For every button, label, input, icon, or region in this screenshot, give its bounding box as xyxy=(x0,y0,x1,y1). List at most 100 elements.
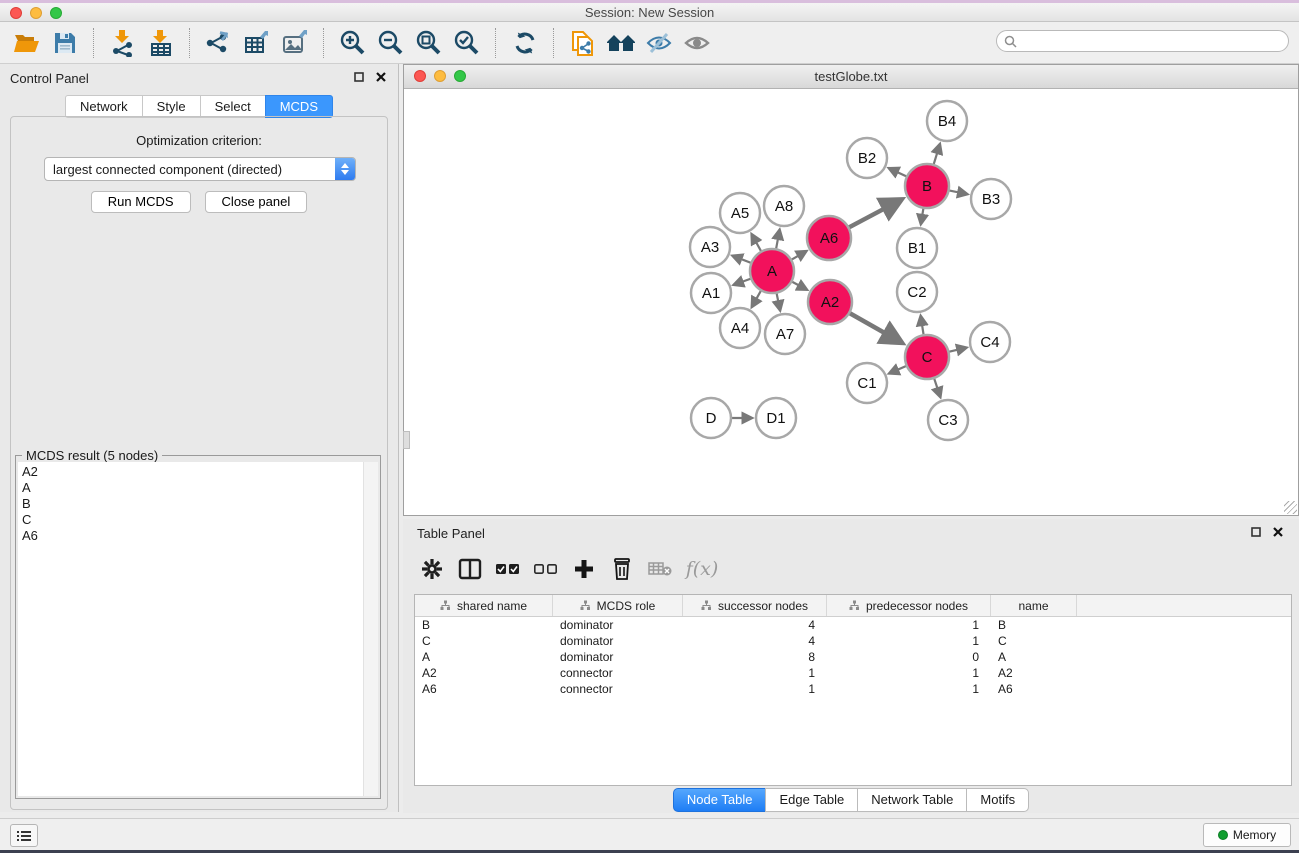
export-network-icon[interactable] xyxy=(200,25,238,61)
table-cell[interactable]: connector xyxy=(553,666,683,680)
run-mcds-button[interactable]: Run MCDS xyxy=(91,191,191,213)
graph-edge-A6-B[interactable] xyxy=(845,200,901,230)
refresh-view-icon[interactable] xyxy=(506,25,544,61)
graph-node-D[interactable]: D xyxy=(691,398,731,438)
table-cell[interactable]: dominator xyxy=(553,634,683,648)
graph-node-C4[interactable]: C4 xyxy=(970,322,1010,362)
control-tab-mcds[interactable]: MCDS xyxy=(265,95,333,118)
table-row[interactable]: A2connector11A2 xyxy=(415,665,1291,681)
memory-button[interactable]: Memory xyxy=(1203,823,1291,847)
control-tab-select[interactable]: Select xyxy=(200,95,265,118)
duplicate-network-icon[interactable] xyxy=(564,25,602,61)
float-table-panel-icon[interactable] xyxy=(1251,527,1261,537)
close-panel-button[interactable]: Close panel xyxy=(205,191,308,213)
table-cell[interactable]: 1 xyxy=(827,634,991,648)
table-cell[interactable]: 4 xyxy=(683,618,827,632)
column-header-MCDS-role[interactable]: MCDS role xyxy=(553,595,683,616)
graph-edge-A2-C[interactable] xyxy=(846,311,902,343)
table-cell[interactable]: A xyxy=(415,650,553,664)
column-header-successor-nodes[interactable]: successor nodes xyxy=(683,595,827,616)
graph-node-B4[interactable]: B4 xyxy=(927,101,967,141)
mcds-result-item[interactable]: A xyxy=(22,480,364,496)
graph-node-A[interactable]: A xyxy=(750,249,794,293)
graph-node-D1[interactable]: D1 xyxy=(756,398,796,438)
table-row[interactable]: Bdominator41B xyxy=(415,617,1291,633)
table-cell[interactable]: A xyxy=(991,650,1077,664)
delete-table-icon[interactable] xyxy=(641,551,679,587)
panel-divider-grip[interactable] xyxy=(403,431,410,449)
close-table-panel-icon[interactable] xyxy=(1273,527,1283,537)
export-image-icon[interactable] xyxy=(276,25,314,61)
hide-panel-eye-icon[interactable] xyxy=(640,25,678,61)
column-header-name[interactable]: name xyxy=(991,595,1077,616)
table-cell[interactable]: B xyxy=(415,618,553,632)
table-cell[interactable]: A2 xyxy=(415,666,553,680)
network-window-titlebar[interactable]: testGlobe.txt xyxy=(404,65,1298,89)
deselect-all-checkboxes-icon[interactable] xyxy=(527,551,565,587)
table-row[interactable]: Cdominator41C xyxy=(415,633,1291,649)
search-input[interactable] xyxy=(1022,33,1288,49)
column-manager-icon[interactable] xyxy=(451,551,489,587)
table-cell[interactable]: dominator xyxy=(553,650,683,664)
export-table-icon[interactable] xyxy=(238,25,276,61)
zoom-fit-icon[interactable] xyxy=(410,25,448,61)
node-table[interactable]: shared nameMCDS rolesuccessor nodesprede… xyxy=(414,594,1292,786)
task-history-button[interactable] xyxy=(10,824,38,847)
mcds-result-list[interactable]: A2ABCA6 xyxy=(18,462,364,796)
table-options-gear-icon[interactable] xyxy=(413,551,451,587)
import-table-icon[interactable] xyxy=(142,25,180,61)
show-panel-eye-icon[interactable] xyxy=(678,25,716,61)
toolbar-search[interactable] xyxy=(996,30,1289,52)
table-cell[interactable]: 1 xyxy=(827,618,991,632)
table-cell[interactable]: dominator xyxy=(553,618,683,632)
graph-node-A3[interactable]: A3 xyxy=(690,227,730,267)
table-cell[interactable]: C xyxy=(991,634,1077,648)
mcds-list-scrollbar[interactable] xyxy=(363,462,378,796)
table-row[interactable]: A6connector11A6 xyxy=(415,681,1291,697)
zoom-out-icon[interactable] xyxy=(372,25,410,61)
network-graph[interactable]: AA1A2A3A4A5A6A7A8BB1B2B3B4CC1C2C3C4DD1 xyxy=(404,89,1298,515)
select-all-checkboxes-icon[interactable] xyxy=(489,551,527,587)
save-session-icon[interactable] xyxy=(46,25,84,61)
graph-node-B1[interactable]: B1 xyxy=(897,228,937,268)
tab-network-table[interactable]: Network Table xyxy=(857,788,966,812)
graph-node-A4[interactable]: A4 xyxy=(720,308,760,348)
home-layout-icon[interactable] xyxy=(602,25,640,61)
mcds-result-item[interactable]: A6 xyxy=(22,528,364,544)
network-canvas[interactable]: AA1A2A3A4A5A6A7A8BB1B2B3B4CC1C2C3C4DD1 xyxy=(404,89,1298,515)
table-cell[interactable]: A6 xyxy=(415,682,553,696)
zoom-in-icon[interactable] xyxy=(334,25,372,61)
graph-node-A7[interactable]: A7 xyxy=(765,314,805,354)
tab-motifs[interactable]: Motifs xyxy=(966,788,1029,812)
table-cell[interactable]: 1 xyxy=(683,682,827,696)
table-cell[interactable]: B xyxy=(991,618,1077,632)
close-panel-icon[interactable] xyxy=(376,72,386,82)
table-cell[interactable]: A6 xyxy=(991,682,1077,696)
graph-node-A6[interactable]: A6 xyxy=(807,216,851,260)
graph-node-B3[interactable]: B3 xyxy=(971,179,1011,219)
graph-node-B2[interactable]: B2 xyxy=(847,138,887,178)
control-tab-style[interactable]: Style xyxy=(142,95,200,118)
table-cell[interactable]: connector xyxy=(553,682,683,696)
control-tab-network[interactable]: Network xyxy=(65,95,142,118)
graph-node-C1[interactable]: C1 xyxy=(847,363,887,403)
graph-node-B[interactable]: B xyxy=(905,164,949,208)
graph-node-A1[interactable]: A1 xyxy=(691,273,731,313)
mcds-result-item[interactable]: C xyxy=(22,512,364,528)
delete-column-icon[interactable] xyxy=(603,551,641,587)
column-header-predecessor-nodes[interactable]: predecessor nodes xyxy=(827,595,991,616)
table-cell[interactable]: 8 xyxy=(683,650,827,664)
function-builder-icon[interactable]: f(x) xyxy=(679,551,725,587)
graph-node-C3[interactable]: C3 xyxy=(928,400,968,440)
tab-edge-table[interactable]: Edge Table xyxy=(765,788,857,812)
zoom-selected-icon[interactable] xyxy=(448,25,486,61)
column-header-shared-name[interactable]: shared name xyxy=(415,595,553,616)
graph-node-C[interactable]: C xyxy=(905,335,949,379)
table-row[interactable]: Adominator80A xyxy=(415,649,1291,665)
optimization-select[interactable]: largest connected component (directed) xyxy=(44,157,356,181)
table-cell[interactable]: 1 xyxy=(827,666,991,680)
table-cell[interactable]: 1 xyxy=(683,666,827,680)
window-resize-grip[interactable] xyxy=(1284,501,1297,514)
add-column-icon[interactable] xyxy=(565,551,603,587)
import-network-icon[interactable] xyxy=(104,25,142,61)
